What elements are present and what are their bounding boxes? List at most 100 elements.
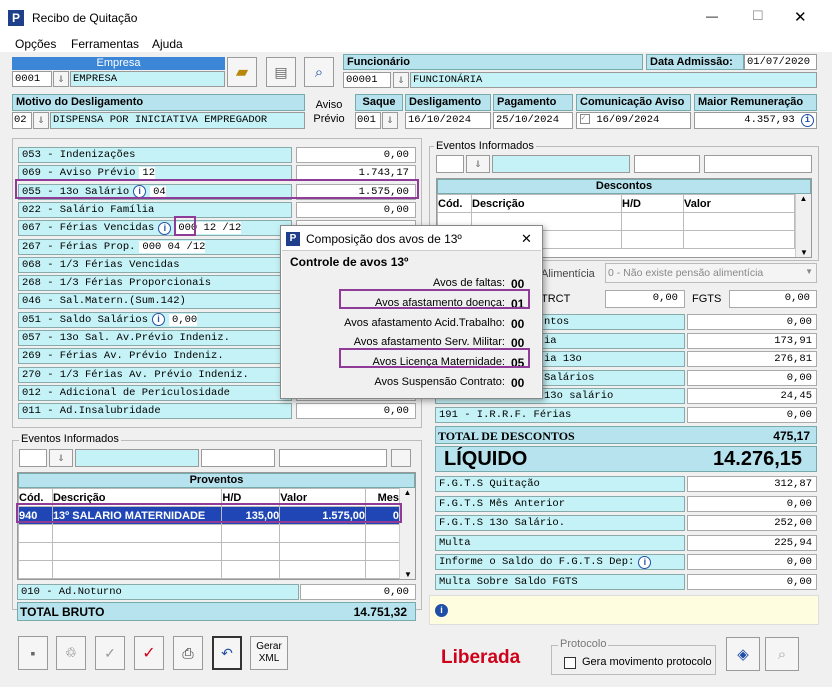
eventos-right-hd[interactable] <box>634 155 700 173</box>
desligamento-field[interactable]: 16/10/2024 <box>405 112 491 129</box>
fgts-value: 312,87 <box>687 476 817 492</box>
highlight-maternidade <box>339 348 530 368</box>
eventos-left-desc <box>75 449 199 467</box>
eventos-right-code[interactable] <box>436 155 464 173</box>
admissao-field[interactable]: 01/07/2020 <box>744 54 817 70</box>
desconto-value: 276,81 <box>687 351 817 368</box>
approve-button[interactable]: ✓ <box>134 636 164 670</box>
save-button[interactable]: ▪ <box>18 636 48 670</box>
left-row: 267 - Férias Prop. 000 04 /12 <box>18 238 292 255</box>
left-row: 067 - Férias Vencidas i 000 12 /12 <box>18 220 292 237</box>
fgts-value: 225,94 <box>687 534 817 551</box>
print-button[interactable]: ⎙ <box>173 636 203 670</box>
dialog-row-value: 00 <box>511 316 525 331</box>
fgts-value: 0,00 <box>687 554 817 570</box>
funcionario-code[interactable]: 00001 <box>343 72 391 88</box>
dialog-section-label: Controle de avos 13º <box>290 255 409 269</box>
pagamento-field[interactable]: 25/10/2024 <box>493 112 573 129</box>
menu-ajuda[interactable]: Ajuda <box>152 37 183 51</box>
eventos-left-hd[interactable] <box>201 449 275 467</box>
fgts-row: Multa Sobre Saldo FGTS <box>435 573 685 590</box>
comunicacao-field[interactable]: ✓ 16/09/2024 <box>576 112 691 129</box>
empresa-code[interactable]: 0001 <box>12 71 52 87</box>
diamond-button[interactable]: ◈ <box>726 637 760 671</box>
desconto-value: 173,91 <box>687 332 817 349</box>
undo-button[interactable]: ↶ <box>212 636 242 670</box>
total-bruto-row: TOTAL BRUTO 14.751,32 <box>17 602 416 621</box>
descontos-title: Descontos <box>437 179 811 194</box>
noturno-row: 010 - Ad.Noturno <box>17 584 299 600</box>
motivo-code[interactable]: 02 <box>12 112 32 129</box>
eventos-right-lookup-icon[interactable]: ⇓ <box>466 155 490 173</box>
fgts-value[interactable]: 0,00 <box>729 290 817 308</box>
col-valor: Valor <box>683 194 795 213</box>
left-row: 046 - Sal.Matern.(Sum.142) <box>18 293 292 310</box>
saque-header: Saque <box>355 94 403 111</box>
desconto-value: 24,45 <box>687 388 817 405</box>
saque-field[interactable]: 001 <box>355 112 381 129</box>
info-icon[interactable]: i <box>158 221 172 235</box>
fgts-row: F.G.T.S Quitação <box>435 476 685 492</box>
comunicacao-checkbox[interactable]: ✓ <box>580 114 590 125</box>
document-button[interactable]: ▤ <box>266 57 296 87</box>
desconto-value: 0,00 <box>687 314 817 330</box>
desconto-value: 0,00 <box>687 407 817 423</box>
pensao-select[interactable]: 0 - Não existe pensão alimentícia ▼ <box>605 263 817 283</box>
eventos-left-mes[interactable] <box>391 449 411 467</box>
info-icon[interactable]: i <box>638 555 652 569</box>
eventos-right-valor[interactable] <box>704 155 812 173</box>
saque-lookup-icon[interactable]: ⇓ <box>382 112 398 129</box>
dialog-body: Controle de avos 13º Avos de faltas: 00 Av… <box>282 250 541 398</box>
maior-rem-field[interactable]: 4.357,93 i <box>694 112 817 129</box>
app-icon: P <box>8 10 24 26</box>
info-icon[interactable]: i <box>435 604 448 617</box>
eventos-left-code[interactable] <box>19 449 47 467</box>
gerar-xml-button[interactable]: Gerar XML <box>250 636 288 670</box>
table-row[interactable] <box>18 524 400 543</box>
maximize-button[interactable]: ☐ <box>752 8 764 24</box>
fgts-row: F.G.T.S 13o Salário. <box>435 515 685 531</box>
left-row-value: 0,00 <box>296 201 416 218</box>
close-button[interactable]: ✕ <box>794 8 807 26</box>
pensao-label: Alimentícia <box>541 268 595 280</box>
comunicacao-header: Comunicação Aviso <box>576 94 691 111</box>
table-row[interactable] <box>18 560 400 579</box>
funcionario-header: Funcionário <box>343 54 643 70</box>
proventos-grid: Cód. Descrição H/D Valor Mes 940 13º SAL… <box>18 488 400 579</box>
proventos-scrollbar[interactable]: ▲ ▼ <box>399 488 415 579</box>
left-row: 053 - Indenizações <box>18 147 292 163</box>
trct-label: TRCT <box>541 293 571 305</box>
funcionario-lookup-icon[interactable]: ⇓ <box>393 72 409 88</box>
chevron-down-icon: ▼ <box>805 267 813 276</box>
descontos-scrollbar[interactable]: ▲ ▼ <box>795 194 811 257</box>
fgts-row: F.G.T.S Mês Anterior <box>435 495 685 512</box>
minimize-button[interactable]: — <box>706 9 718 23</box>
desconto-row: 191 - I.R.R.F. Férias <box>435 407 685 423</box>
confirm-button[interactable]: ✓ <box>95 636 125 670</box>
dialog-row-value: 00 <box>511 376 525 390</box>
menu-bar: Opções Ferramentas Ajuda <box>0 34 832 52</box>
eventos-left-valor[interactable] <box>279 449 387 467</box>
folder-button[interactable]: ▰ <box>227 57 257 87</box>
protocolo-checkbox-label: Gera movimento protocolo <box>582 656 712 668</box>
menu-opcoes[interactable]: Opções <box>15 37 56 51</box>
search-disabled-button[interactable]: ⌕ <box>765 637 799 671</box>
search-button[interactable]: ⌕ <box>304 57 334 87</box>
motivo-lookup-icon[interactable]: ⇓ <box>33 112 49 129</box>
trct-value[interactable]: 0,00 <box>605 290 685 308</box>
protocolo-checkbox[interactable] <box>564 657 576 669</box>
dialog-close-button[interactable]: ✕ <box>521 231 532 247</box>
info-icon[interactable]: i <box>801 114 814 127</box>
status-label: Liberada <box>441 647 521 668</box>
protocolo-label: Protocolo <box>558 638 609 650</box>
left-row: 270 - 1/3 Férias Av. Prévio Indeniz. <box>18 366 292 383</box>
empresa-lookup-icon[interactable]: ⇓ <box>53 71 69 87</box>
delete-button[interactable]: ♲ <box>56 636 86 670</box>
left-row: 268 - 1/3 Férias Proporcionais <box>18 275 292 292</box>
info-icon[interactable]: i <box>152 313 166 327</box>
eventos-left-lookup-icon[interactable]: ⇓ <box>49 449 73 467</box>
fgts-row: Multa <box>435 534 685 551</box>
table-row[interactable] <box>18 542 400 561</box>
col-hd: H/D <box>621 194 684 213</box>
menu-ferramentas[interactable]: Ferramentas <box>71 37 139 51</box>
